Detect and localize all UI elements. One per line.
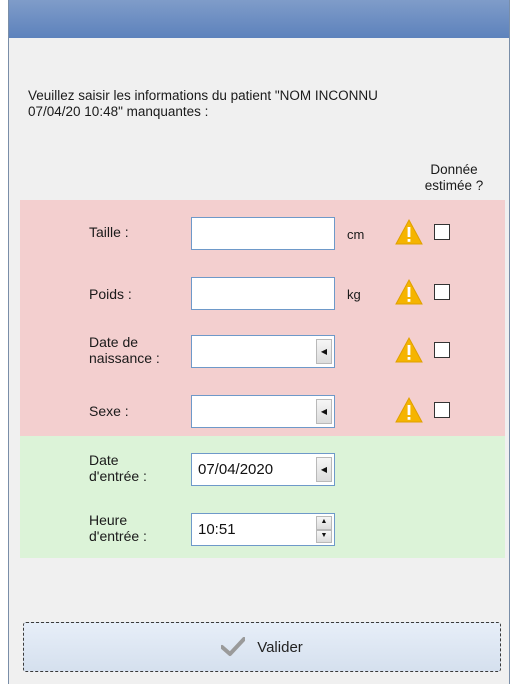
dropdown-arrow-icon[interactable]: ◀ [316,399,332,424]
warning-icon [395,396,423,423]
admission-date-picker[interactable]: 07/04/2020 ◀ [191,453,335,486]
validate-button[interactable]: Valider [23,622,501,672]
dialog-window: Veuillez saisir les informations du pati… [8,0,510,684]
title-bar[interactable] [9,0,509,38]
dropdown-arrow-icon[interactable]: ◀ [316,457,332,482]
height-input[interactable] [191,217,335,250]
admission-time-label: Heure d'entrée : [89,512,147,544]
weight-input[interactable] [191,277,335,310]
admission-time-spinner[interactable]: 10:51 ▲ ▼ [191,513,335,546]
sex-estimated-checkbox[interactable] [434,402,450,418]
weight-label: Poids : [89,286,132,302]
weight-unit: kg [347,287,361,302]
height-estimated-checkbox[interactable] [434,224,450,240]
intro-text: Veuillez saisir les informations du pati… [28,88,378,119]
height-label: Taille : [89,224,129,240]
weight-estimated-checkbox[interactable] [434,284,450,300]
admission-time-value: 10:51 [198,521,236,538]
birth-date-picker[interactable]: ◀ [191,335,335,368]
warning-icon [395,278,423,305]
birth-date-label: Date de naissance : [89,334,160,366]
birth-date-estimated-checkbox[interactable] [434,342,450,358]
estimated-data-header: Donnée estimée ? [424,162,484,193]
spin-up-icon[interactable]: ▲ [316,516,332,530]
height-unit: cm [347,227,365,242]
spinner-buttons[interactable]: ▲ ▼ [316,516,332,543]
spin-down-icon[interactable]: ▼ [316,529,332,543]
warning-icon [395,336,423,363]
dropdown-arrow-icon[interactable]: ◀ [316,339,332,364]
admission-date-value: 07/04/2020 [198,461,274,478]
sex-select[interactable]: ◀ [191,395,335,428]
admission-date-label: Date d'entrée : [89,452,147,484]
validate-button-label: Valider [257,638,303,656]
warning-icon [395,218,423,245]
checkmark-icon [221,637,246,656]
sex-label: Sexe : [89,403,129,419]
